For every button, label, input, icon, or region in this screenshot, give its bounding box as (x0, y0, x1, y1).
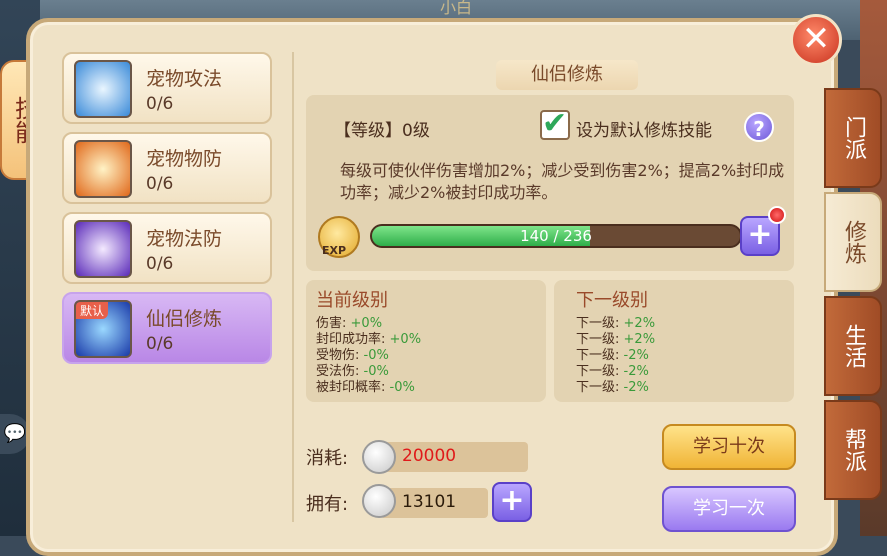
next-level-title: 下一级别 (576, 290, 648, 311)
silver-coin-icon (362, 484, 396, 518)
divider (292, 52, 294, 522)
current-level-title: 当前级别 (316, 290, 388, 311)
default-skill-checkbox[interactable]: ✔ (540, 106, 570, 141)
pet-skill-attack[interactable]: 宠物攻法 0/6 (62, 52, 272, 124)
add-silver-button[interactable]: + (492, 482, 532, 522)
skill-description: 每级可使伙伴伤害增加2%；减少受到伤害2%；提高2%封印成功率；减少2%被封印成… (340, 161, 785, 202)
exp-progress-label: 140 / 236 (520, 227, 592, 245)
pet-skill-magic-defense[interactable]: 宠物法防 0/6 (62, 212, 272, 284)
cost-value: 20000 (402, 446, 457, 466)
current-stat-line: 被封印概率: -0% (316, 380, 415, 395)
pet-defense-icon (74, 140, 132, 198)
section-title: 仙侣修炼 (496, 60, 638, 90)
silver-coin-icon (362, 440, 396, 474)
pet-skill-name: 宠物物防 (146, 148, 223, 170)
exp-icon-label: EXP (322, 244, 347, 257)
default-tag: 默认 (76, 302, 109, 319)
pet-skill-name: 仙侣修炼 (146, 308, 223, 330)
notification-dot (768, 206, 786, 224)
pet-skill-defense[interactable]: 宠物物防 0/6 (62, 132, 272, 204)
tab-life[interactable]: 生活 (824, 296, 882, 396)
tab-life-label: 生活 (841, 324, 866, 368)
next-stat-line: 下一级: -2% (576, 380, 649, 395)
tab-cultivation[interactable]: 修炼 (824, 192, 882, 292)
pet-skill-partner[interactable]: 默认 仙侣修炼 0/6 (62, 292, 272, 364)
level-label: 【等级】0级 (334, 121, 430, 141)
exp-progress-bar: 140 / 236 (370, 224, 742, 248)
own-label: 拥有: (306, 494, 349, 515)
pet-attack-icon (74, 60, 132, 118)
cost-label: 消耗: (306, 448, 349, 469)
learn-ten-button[interactable]: 学习十次 (662, 424, 796, 470)
tab-guild[interactable]: 帮派 (824, 400, 882, 500)
pet-skill-count: 0/6 (146, 94, 174, 114)
pet-skill-count: 0/6 (146, 334, 174, 354)
partner-cultivation-icon: 默认 (74, 300, 132, 358)
pet-skill-list: 宠物攻法 0/6 宠物物防 0/6 宠物法防 0/6 默认 仙侣修炼 0/6 (58, 52, 278, 532)
pet-skill-count: 0/6 (146, 254, 174, 274)
plus-icon: + (747, 217, 773, 252)
pet-skill-name: 宠物攻法 (146, 68, 223, 90)
close-button[interactable]: ✕ (790, 14, 842, 66)
top-title: 小白 (440, 0, 473, 17)
tab-sect[interactable]: 门派 (824, 88, 882, 188)
pet-skill-name: 宠物法防 (146, 228, 223, 250)
help-button[interactable]: ? (744, 112, 774, 142)
own-value: 13101 (402, 492, 457, 512)
close-icon: ✕ (801, 19, 831, 59)
plus-icon: + (499, 483, 525, 518)
tab-cultivation-label: 修炼 (841, 220, 866, 264)
check-icon: ✔ (542, 106, 568, 141)
pet-skill-count: 0/6 (146, 174, 174, 194)
tab-sect-label: 门派 (841, 116, 866, 160)
learn-once-button[interactable]: 学习一次 (662, 486, 796, 532)
pet-magic-defense-icon (74, 220, 132, 278)
default-skill-label: 设为默认修炼技能 (576, 121, 712, 141)
tab-guild-label: 帮派 (841, 428, 866, 472)
